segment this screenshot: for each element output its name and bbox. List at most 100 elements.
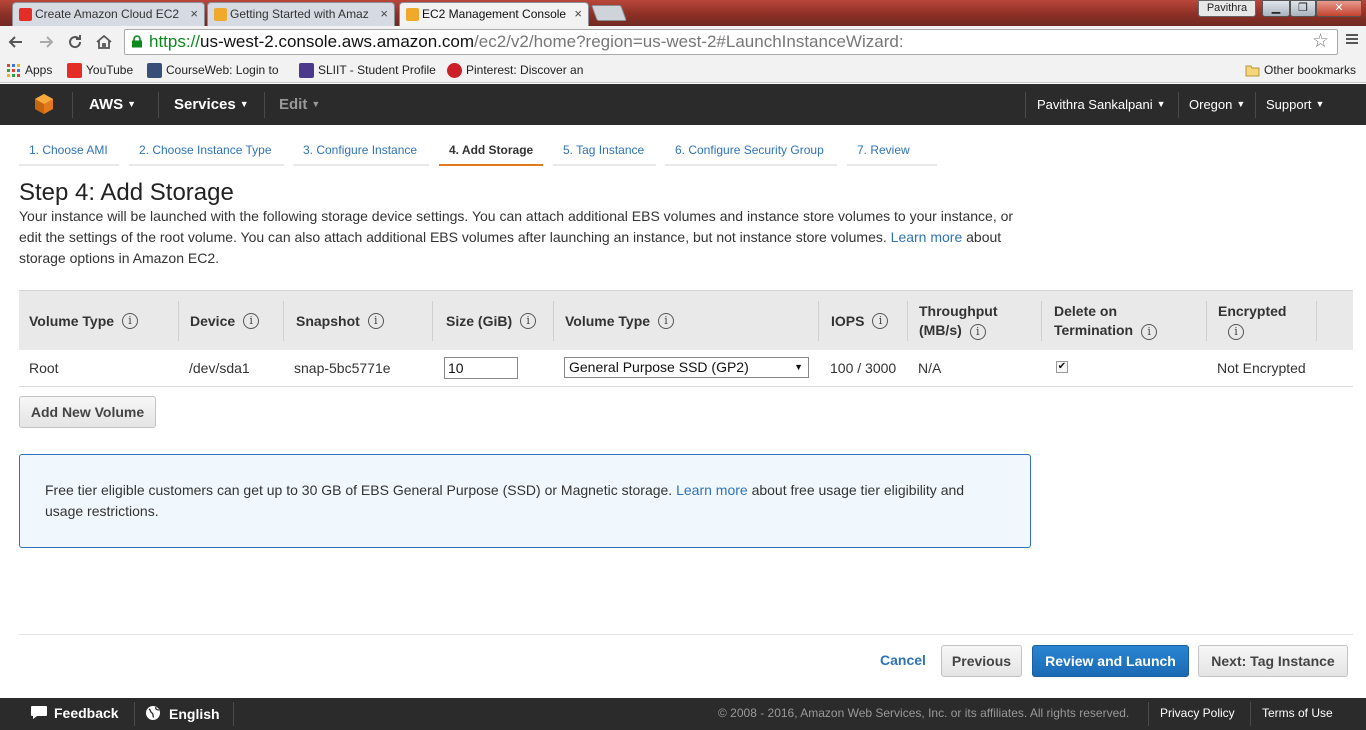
console-footer: Feedback English © 2008 - 2016, Amazon W…: [0, 698, 1366, 730]
tab-tag-instance[interactable]: 5. Tag Instance: [553, 142, 656, 166]
privacy-policy-link[interactable]: Privacy Policy: [1160, 706, 1235, 720]
apps-grid-icon: [6, 63, 21, 78]
info-icon[interactable]: i: [243, 313, 260, 329]
bookmarks-bar: Apps YouTube CourseWeb: Login to SLIIT -…: [0, 58, 1366, 83]
close-tab-icon[interactable]: ×: [574, 6, 582, 21]
copyright-text: © 2008 - 2016, Amazon Web Services, Inc.…: [718, 706, 1130, 720]
footer-separator: [233, 702, 234, 726]
review-and-launch-button[interactable]: Review and Launch: [1032, 645, 1189, 677]
learn-more-storage-link[interactable]: Learn more: [891, 229, 963, 245]
terms-of-use-link[interactable]: Terms of Use: [1262, 706, 1333, 720]
chevron-down-icon: ▼: [311, 99, 321, 109]
forward-arrow-icon[interactable]: [34, 30, 58, 54]
folder-icon: [1245, 63, 1260, 78]
sliit-crest-icon: [299, 63, 314, 78]
address-bar[interactable]: https://us-west-2.console.aws.amazon.com…: [124, 29, 1338, 55]
column-header-delete-on-termination: Delete on Termination i: [1054, 291, 1189, 351]
language-selector[interactable]: English: [145, 705, 220, 722]
size-input[interactable]: [444, 357, 518, 379]
bookmark-star-icon[interactable]: ☆: [1312, 30, 1329, 54]
feedback-link[interactable]: Feedback: [30, 705, 119, 721]
bookmark-sliit[interactable]: SLIIT - Student Profile: [299, 62, 436, 80]
tab-add-storage[interactable]: 4. Add Storage: [439, 142, 543, 166]
browser-menu-icon[interactable]: [1342, 32, 1362, 52]
info-icon[interactable]: i: [1228, 324, 1244, 340]
info-icon[interactable]: i: [122, 313, 139, 329]
globe-icon: [146, 706, 160, 720]
region-menu[interactable]: Oregon ▼: [1189, 97, 1245, 112]
close-tab-icon[interactable]: ×: [190, 6, 198, 21]
browser-tab-create-ec2[interactable]: Create Amazon Cloud EC2 ×: [12, 2, 205, 26]
bookmark-pinterest[interactable]: Pinterest: Discover an: [447, 62, 583, 80]
tab-configure-instance[interactable]: 3. Configure Instance: [293, 142, 429, 166]
bookmark-label: Apps: [25, 63, 53, 77]
support-menu[interactable]: Support ▼: [1266, 97, 1324, 112]
page-description: Your instance will be launched with the …: [19, 206, 1039, 269]
chevron-down-icon: ▼: [1315, 99, 1325, 109]
table-row: Root /dev/sda1 snap-5bc5771e General Pur…: [19, 350, 1353, 387]
tab-configure-security-group[interactable]: 6. Configure Security Group: [665, 142, 837, 166]
column-header-device: Device i: [190, 291, 260, 351]
maximize-button[interactable]: ❐: [1290, 0, 1316, 17]
bookmark-youtube[interactable]: YouTube: [67, 62, 133, 80]
previous-button[interactable]: Previous: [941, 645, 1022, 677]
aws-cube-logo-icon[interactable]: [32, 92, 56, 116]
speech-bubble-icon: [31, 706, 47, 719]
back-arrow-icon[interactable]: [4, 30, 28, 54]
volume-type-select[interactable]: General Purpose SSD (GP2) ▼: [564, 357, 809, 378]
close-tab-icon[interactable]: ×: [380, 6, 388, 21]
bookmark-label: SLIIT - Student Profile: [318, 63, 436, 77]
tab-review[interactable]: 7. Review: [847, 142, 937, 166]
column-header-throughput: Throughput (MB/s) i: [919, 303, 998, 340]
region-label: Oregon: [1189, 97, 1233, 112]
info-icon[interactable]: i: [658, 313, 675, 329]
feedback-label: Feedback: [54, 705, 119, 721]
bookmark-label: Pinterest: Discover an: [466, 63, 584, 77]
next-tag-instance-button[interactable]: Next: Tag Instance: [1198, 645, 1348, 677]
edit-menu[interactable]: Edit ▼: [279, 96, 320, 113]
services-menu[interactable]: Services ▼: [174, 96, 249, 113]
tab-choose-ami[interactable]: 1. Choose AMI: [19, 142, 119, 166]
bookmark-courseweb[interactable]: CourseWeb: Login to: [147, 62, 279, 80]
user-menu[interactable]: Pavithra Sankalpani ▼: [1037, 97, 1166, 112]
browser-tab-ec2-console[interactable]: EC2 Management Console ×: [399, 2, 589, 26]
dropdown-arrow-icon: ▼: [794, 362, 803, 372]
courseweb-icon: [147, 63, 162, 78]
info-icon[interactable]: i: [520, 313, 537, 329]
tab-title: EC2 Management Console: [422, 7, 567, 21]
home-icon[interactable]: [92, 30, 116, 54]
cancel-button[interactable]: Cancel: [868, 645, 938, 677]
chevron-down-icon: ▼: [239, 99, 249, 109]
info-icon[interactable]: i: [872, 313, 889, 329]
delete-on-termination-checkbox[interactable]: ✔: [1056, 361, 1068, 373]
bookmark-label: Other bookmarks: [1264, 63, 1357, 77]
aws-menu-label: AWS: [89, 96, 124, 113]
profile-button[interactable]: Pavithra: [1198, 0, 1256, 17]
learn-more-free-tier-link[interactable]: Learn more: [676, 482, 748, 498]
pinterest-icon: [447, 63, 462, 78]
reload-icon[interactable]: [63, 30, 87, 54]
bookmark-label: CourseWeb: Login to: [166, 63, 279, 77]
actions-divider: [19, 634, 1353, 635]
lock-icon: [132, 35, 142, 48]
info-icon[interactable]: i: [969, 324, 986, 340]
aws-menu[interactable]: AWS ▼: [89, 96, 136, 113]
nav-separator: [72, 92, 73, 118]
column-header-snapshot: Snapshot i: [296, 291, 384, 351]
bookmark-apps[interactable]: Apps: [6, 62, 52, 80]
column-header-size: Size (GiB) i: [446, 291, 537, 351]
other-bookmarks[interactable]: Other bookmarks: [1245, 62, 1356, 80]
info-icon[interactable]: i: [1141, 324, 1158, 340]
new-tab-button[interactable]: [591, 5, 627, 21]
column-header-volume-type: Volume Type i: [29, 291, 139, 351]
tab-choose-instance-type[interactable]: 2. Choose Instance Type: [129, 142, 284, 166]
youtube-icon: [19, 8, 32, 21]
services-menu-label: Services: [174, 96, 236, 113]
add-new-volume-button[interactable]: Add New Volume: [19, 396, 156, 428]
minimize-button[interactable]: ▁: [1262, 0, 1290, 17]
browser-tab-getting-started[interactable]: Getting Started with Amaz ×: [207, 2, 395, 26]
info-icon[interactable]: i: [367, 313, 384, 329]
volume-type-selected: General Purpose SSD (GP2): [569, 359, 749, 375]
nav-separator: [264, 92, 265, 118]
close-window-button[interactable]: ✕: [1316, 0, 1362, 17]
